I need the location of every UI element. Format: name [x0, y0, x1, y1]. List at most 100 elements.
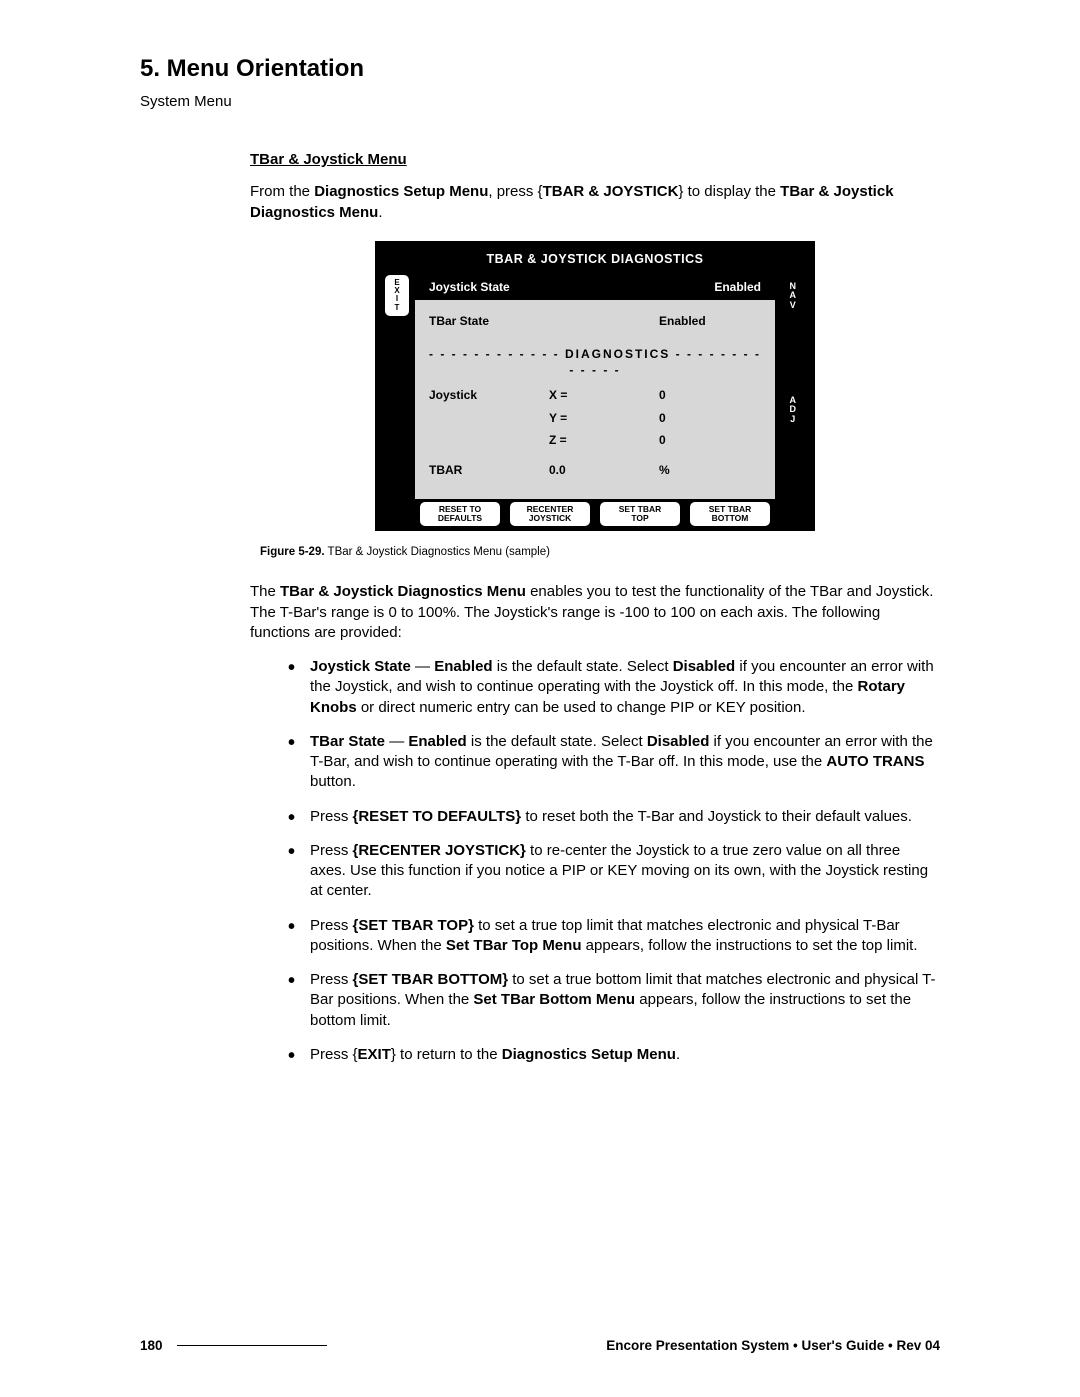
text-bold: {RECENTER JOYSTICK} — [353, 842, 526, 859]
footer-text: Encore Presentation System • User's Guid… — [345, 1338, 940, 1353]
gray-area: TBar State Enabled - - - - - - - - - - -… — [415, 300, 775, 499]
caption-text: TBar & Joystick Diagnostics Menu (sample… — [325, 546, 550, 558]
left-side-col: E X I T — [379, 274, 415, 527]
center-col: Joystick State Enabled TBar State Enable… — [415, 274, 775, 527]
cell-value: % — [659, 462, 719, 478]
text-bold: {RESET TO DEFAULTS} — [353, 808, 522, 825]
cell-label — [429, 410, 549, 426]
panel-title: TBAR & JOYSTICK DIAGNOSTICS — [379, 245, 811, 274]
cell-label: TBAR — [429, 462, 549, 478]
list-item: Press {EXIT} to return to the Diagnostic… — [294, 1045, 940, 1079]
row-joystick-x: Joystick X = 0 — [427, 384, 763, 406]
sel-label: Joystick State — [429, 279, 510, 295]
text: Press — [310, 971, 353, 988]
right-side-col: N A V A D J — [775, 274, 811, 527]
text-bold: EXIT — [358, 1046, 391, 1063]
row-joystick-z: Z = 0 — [427, 429, 763, 451]
cell-value: 0 — [659, 387, 719, 403]
text-bold: Disabled — [673, 658, 736, 675]
text-bold: Disabled — [647, 733, 710, 750]
content-body: TBar & Joystick Menu From the Diagnostic… — [250, 150, 940, 1079]
exit-button[interactable]: E X I T — [384, 274, 410, 318]
text: appears, follow the instructions to set … — [581, 937, 917, 954]
section-heading: TBar & Joystick Menu — [250, 150, 940, 170]
text: } to display the — [678, 183, 780, 200]
text: is the default state. Select — [467, 733, 647, 750]
adj-label: A D J — [790, 392, 797, 428]
text-bold: Set TBar Bottom Menu — [473, 991, 635, 1008]
selected-row[interactable]: Joystick State Enabled — [415, 274, 775, 300]
cell-mid: X = — [549, 387, 659, 403]
text: Press { — [310, 1046, 358, 1063]
text-bold: Diagnostics Setup Menu — [314, 183, 488, 200]
text: or direct numeric entry can be used to c… — [357, 699, 806, 716]
text: . — [378, 204, 382, 221]
reset-defaults-button[interactable]: RESET TO DEFAULTS — [419, 501, 501, 527]
text-bold: TBar State — [310, 733, 385, 750]
text-bold: {SET TBAR TOP} — [353, 917, 474, 934]
text: , press { — [488, 183, 542, 200]
text-bold: Enabled — [434, 658, 492, 675]
bullet-list: Joystick State — Enabled is the default … — [250, 657, 940, 1079]
text: to reset both the T-Bar and Joystick to … — [521, 808, 912, 825]
cell-label: TBar State — [429, 313, 549, 329]
cell-value: 0 — [659, 432, 719, 448]
set-tbar-top-button[interactable]: SET TBAR TOP — [599, 501, 681, 527]
chapter-title: 5. Menu Orientation — [140, 55, 940, 83]
footer-rule — [177, 1345, 327, 1346]
panel-body: E X I T Joystick State Enabled TBar Stat… — [379, 274, 811, 527]
cell-label — [429, 432, 549, 448]
cell-mid: Z = — [549, 432, 659, 448]
text-bold: Diagnostics Setup Menu — [502, 1046, 676, 1063]
cell-mid — [549, 313, 659, 329]
recenter-joystick-button[interactable]: RECENTER JOYSTICK — [509, 501, 591, 527]
text: — — [385, 733, 408, 750]
text-bold: Enabled — [408, 733, 466, 750]
caption-bold: Figure 5-29. — [260, 546, 325, 558]
text-bold: Joystick State — [310, 658, 411, 675]
cell-value: 0 — [659, 410, 719, 426]
cell-value: Enabled — [659, 313, 719, 329]
text: . — [676, 1046, 680, 1063]
text: button. — [310, 773, 356, 790]
cell-mid: 0.0 — [549, 462, 659, 478]
sel-value: Enabled — [714, 279, 761, 295]
nav-label: N A V — [790, 278, 797, 314]
text: — — [411, 658, 434, 675]
text: } to return to the — [391, 1046, 502, 1063]
intro-paragraph: From the Diagnostics Setup Menu, press {… — [250, 182, 940, 223]
list-item: Press {RESET TO DEFAULTS} to reset both … — [294, 807, 940, 841]
text: From the — [250, 183, 314, 200]
text-bold: {SET TBAR BOTTOM} — [353, 971, 509, 988]
diagnostics-divider: - - - - - - - - - - - - DIAGNOSTICS - - … — [427, 346, 763, 378]
text: Press — [310, 842, 353, 859]
text-bold: TBAR & JOYSTICK — [543, 183, 679, 200]
panel-outer: TBAR & JOYSTICK DIAGNOSTICS E X I T Joys… — [375, 241, 815, 531]
text: Press — [310, 917, 353, 934]
row-tbarstate[interactable]: TBar State Enabled — [427, 310, 763, 332]
row-joystick-y: Y = 0 — [427, 407, 763, 429]
list-item: Press {SET TBAR TOP} to set a true top l… — [294, 916, 940, 971]
list-item: Joystick State — Enabled is the default … — [294, 657, 940, 732]
row-tbar: TBAR 0.0 % — [427, 459, 763, 481]
text-bold: AUTO TRANS — [826, 753, 924, 770]
text: The — [250, 583, 280, 600]
page-footer: 180 Encore Presentation System • User's … — [140, 1338, 940, 1353]
page: 5. Menu Orientation System Menu TBar & J… — [0, 0, 1080, 1397]
text: Press — [310, 808, 353, 825]
list-item: Press {RECENTER JOYSTICK} to re-center t… — [294, 841, 940, 916]
page-number: 180 — [140, 1338, 163, 1353]
figure-panel: TBAR & JOYSTICK DIAGNOSTICS E X I T Joys… — [375, 241, 815, 531]
cell-mid: Y = — [549, 410, 659, 426]
text: is the default state. Select — [493, 658, 673, 675]
set-tbar-bottom-button[interactable]: SET TBAR BOTTOM — [689, 501, 771, 527]
cell-label: Joystick — [429, 387, 549, 403]
text-bold: Set TBar Top Menu — [446, 937, 582, 954]
body-paragraph: The TBar & Joystick Diagnostics Menu ena… — [250, 582, 940, 643]
breadcrumb: System Menu — [140, 93, 940, 110]
list-item: TBar State — Enabled is the default stat… — [294, 732, 940, 807]
figure-caption: Figure 5-29. TBar & Joystick Diagnostics… — [260, 545, 940, 561]
softkey-row: RESET TO DEFAULTS RECENTER JOYSTICK SET … — [415, 501, 775, 527]
text-bold: TBar & Joystick Diagnostics Menu — [280, 583, 526, 600]
list-item: Press {SET TBAR BOTTOM} to set a true bo… — [294, 970, 940, 1045]
